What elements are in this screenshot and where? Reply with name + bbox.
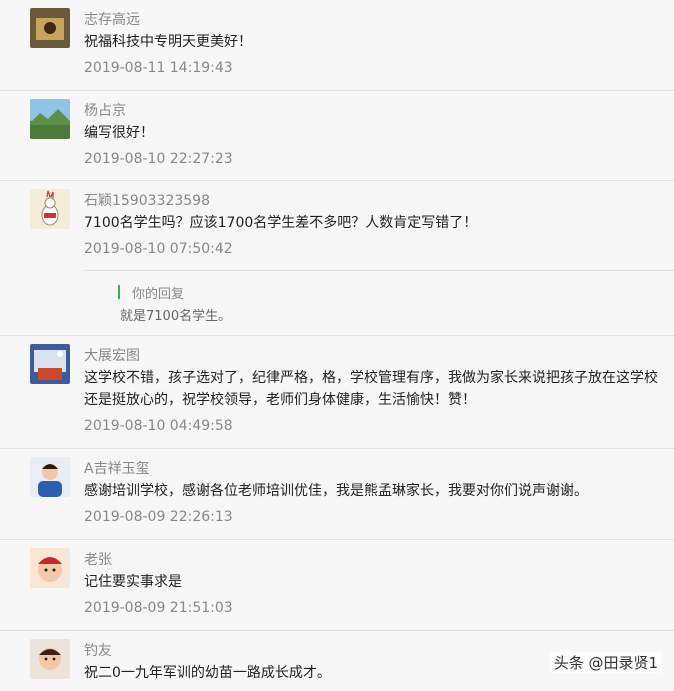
watermark: 头条 @田录贤1 [549, 652, 662, 673]
comment-author[interactable]: 钓友 [84, 640, 112, 660]
comment-item: A吉祥玉玺 感谢培训学校，感谢各位老师培训优佳，我是熊孟琳家长，我要对你们说声谢… [0, 449, 674, 540]
avatar[interactable] [30, 548, 70, 588]
reply-label: 你的回复 [132, 287, 185, 302]
comment-timestamp: 2019-08-10 04:49:58 [84, 418, 233, 434]
comment-item: 石颖15903323598 7100名学生吗？应该1700名学生差不多吧？人数肯… [0, 181, 674, 336]
comment-author[interactable]: A吉祥玉玺 [84, 458, 150, 478]
comment-timestamp: 2019-08-11 14:19:43 [84, 60, 233, 76]
avatar[interactable] [30, 457, 70, 497]
comment-timestamp: 2019-08-09 21:51:03 [84, 600, 233, 616]
comment-author[interactable]: 杨占京 [84, 100, 126, 120]
comment-author[interactable]: 志存高远 [84, 9, 140, 29]
comment-item: 大展宏图 这学校不错，孩子选对了，纪律严格，格，学校管理有序，我做为家长来说把孩… [0, 336, 674, 449]
comment-text: 这学校不错，孩子选对了，纪律严格，格，学校管理有序，我做为家长来说把孩子放在这学… [84, 370, 658, 408]
reply-divider [84, 270, 674, 271]
comment-item: 杨占京 编写很好！ 2019-08-10 22:27:23 [0, 91, 674, 181]
avatar[interactable] [30, 189, 70, 229]
comment-timestamp: 2019-08-10 07:50:42 [84, 241, 233, 257]
comment-text: 7100名学生吗？应该1700名学生差不多吧？人数肯定写错了！ [84, 215, 478, 231]
comment-timestamp: 2019-08-10 22:27:23 [84, 151, 233, 167]
avatar[interactable] [30, 8, 70, 48]
comment-text: 祝福科技中专明天更美好！ [84, 34, 252, 50]
comment-text: 编写很好！ [84, 125, 154, 141]
avatar[interactable] [30, 639, 70, 679]
comment-author[interactable]: 大展宏图 [84, 345, 140, 365]
comment-text: 记住要实事求是 [84, 574, 182, 590]
avatar[interactable] [30, 99, 70, 139]
comment-text: 感谢培训学校，感谢各位老师培训优佳，我是熊孟琳家长，我要对你们说声谢谢。 [84, 483, 588, 499]
comment-item: 老张 记住要实事求是 2019-08-09 21:51:03 [0, 540, 674, 631]
reply-indicator [118, 285, 120, 299]
comment-author[interactable]: 老张 [84, 549, 112, 569]
comment-author[interactable]: 石颖15903323598 [84, 190, 210, 210]
avatar[interactable] [30, 344, 70, 384]
reply-text: 就是7100名学生。 [120, 309, 232, 324]
comment-item: 志存高远 祝福科技中专明天更美好！ 2019-08-11 14:19:43 [0, 0, 674, 91]
comment-timestamp: 2019-08-09 22:26:13 [84, 509, 233, 525]
